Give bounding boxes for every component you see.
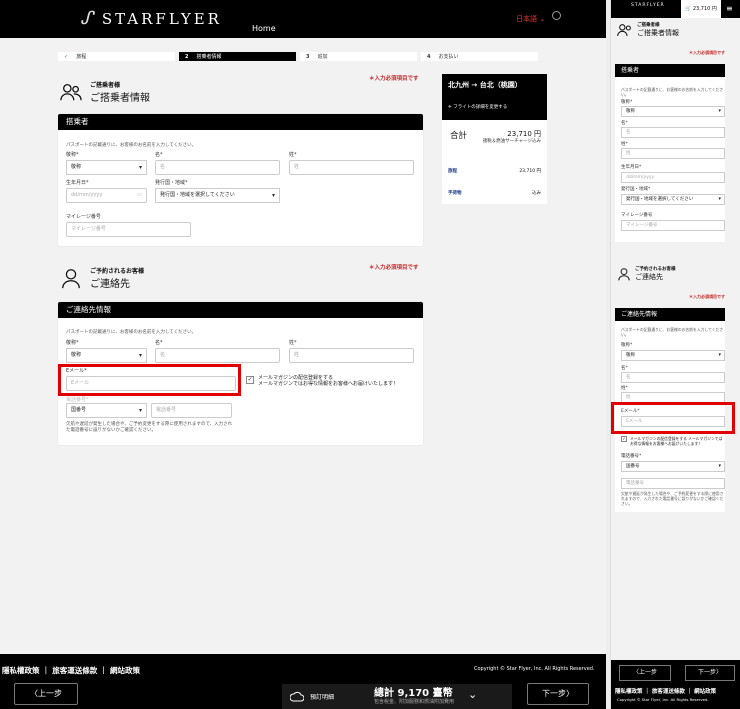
step-passenger-info: 2 搭乗者情報 [179, 52, 296, 61]
phone-input[interactable]: 電話番号 [151, 403, 232, 418]
mobile-title-select[interactable]: 敬称 [621, 106, 725, 117]
person-icon [62, 269, 80, 289]
first-name-input[interactable]: 名 [155, 160, 280, 175]
mobile-contact-first-name[interactable]: 名 [621, 372, 725, 383]
person-icon [618, 268, 630, 281]
mobile-footer: 〈上一步 下一步〉 隱私權政策 ｜ 旅客運送條款 ｜ 網站政策 Copyrigh… [611, 660, 740, 709]
mobile-next-button[interactable]: 下一步〉 [685, 665, 735, 681]
mobile-email-highlight-box [611, 402, 735, 434]
contact-last-name-label: 姓* [289, 340, 297, 346]
footer: 隱私權政策 ｜ 旅客運送條款 ｜ 網站政策 Copyright © Star F… [0, 654, 606, 709]
passengers-icon [617, 24, 631, 37]
baggage-row[interactable]: 手荷物 込み [442, 184, 547, 202]
top-bar: ᔑ STARFLYER Home 日本語 ⌄ [0, 0, 606, 38]
footer-links[interactable]: 隱私權政策 ｜ 旅客運送條款 ｜ 網站政策 [2, 665, 140, 676]
mobile-copyright: Copyright © Star Flyer, Inc. All Rights … [617, 697, 709, 702]
step-payment: 4 お支払い [421, 52, 538, 61]
mileage-label: マイレージ番号 [66, 214, 101, 220]
globe-icon[interactable] [552, 11, 561, 20]
last-name-label: 姓* [289, 152, 297, 158]
required-note: ＊入力必須項目です [369, 76, 419, 82]
change-flight-link[interactable]: ✈ フライトの詳細を変更する [448, 104, 541, 110]
dob-label: 生年月日* [66, 180, 89, 186]
passport-note: パスポートの記載通りに、お客様のお名前を入力してください。 [66, 143, 197, 148]
step-extras: 3 追加 [300, 52, 417, 61]
mobile-phone-input[interactable]: 電話番号 [621, 478, 725, 489]
home-link[interactable]: Home [252, 24, 276, 33]
copyright: Copyright © Star Flyer, Inc. All Rights … [474, 666, 595, 672]
contact-section-header: ご予約されるお客様 ご連絡先 [60, 266, 144, 290]
email-highlight-box [58, 364, 241, 396]
title-select[interactable]: 敬称 [66, 160, 147, 175]
progress-steps: ✓ 旅程 2 搭乗者情報 3 追加 4 お支払い [58, 52, 538, 61]
dob-input[interactable]: dd/mm/yyyy ▭ [66, 188, 147, 203]
mobile-view: STARFLYER 🛒 23,710 円 ≡ ご搭乗者様 ご搭乗者情報 ＊入力必… [610, 0, 740, 709]
mobile-country-code[interactable]: 国番号 [621, 461, 725, 472]
mobile-contact-header: ご予約されるお客様 ご連絡先 [617, 266, 676, 282]
first-name-label: 名* [155, 152, 163, 158]
mobile-nationality-select[interactable]: 発行国・地域を選択してください [621, 194, 725, 205]
mobile-required-note-contact: ＊入力必須項目です [689, 294, 725, 299]
mobile-footer-links[interactable]: 隱私權政策 ｜ 旅客運送條款 ｜ 網站政策 [615, 687, 716, 695]
mobile-first-name-input[interactable]: 名 [621, 127, 725, 138]
phone-label: 電話番号* [66, 397, 89, 403]
desktop-view: ᔑ STARFLYER Home 日本語 ⌄ ✓ 旅程 2 搭乗者情報 3 追加 4お… [0, 0, 606, 709]
required-note-contact: ＊入力必須項目です [369, 265, 419, 271]
mobile-back-button[interactable]: 〈上一步 [619, 665, 671, 681]
mobile-cart[interactable]: 🛒 23,710 円 [681, 0, 721, 18]
newsletter-text: メールマガジンの配信登録をする メールマガジンではお得な情報をお客様へお届けいた… [258, 375, 399, 387]
starflyer-logo-icon: ᔑ [80, 8, 96, 29]
fare-row[interactable]: 旅程 23,710 円 [442, 162, 547, 180]
mobile-newsletter-checkbox[interactable]: ✓ [621, 436, 627, 442]
mobile-logo[interactable]: STARFLYER [631, 3, 665, 8]
language-selector[interactable]: 日本語 ⌄ [516, 14, 545, 24]
route-text: 北九州 → 台北（桃園） [448, 81, 522, 89]
contact-last-name-input[interactable]: 姓 [289, 348, 414, 363]
newsletter-checkbox[interactable]: ✓ [246, 376, 254, 384]
mobile-passenger-card: 搭乗者 パスポートの記載通りに、お客様のお名前を入力してください。 敬称* 敬称… [615, 64, 725, 242]
mobile-last-name-input[interactable]: 姓 [621, 148, 725, 159]
title-label: 敬称* [66, 152, 79, 158]
contact-title-label: 敬称* [66, 340, 79, 346]
contact-first-name-label: 名* [155, 340, 163, 346]
chevron-down-icon: ⌄ [539, 15, 546, 23]
nationality-label: 発行国・地域* [155, 180, 188, 186]
mobile-required-note: ＊入力必須項目です [689, 50, 725, 55]
last-name-input[interactable]: 姓 [289, 160, 414, 175]
back-button[interactable]: 〈上一步 [14, 683, 78, 705]
booking-total-bar[interactable]: 預訂明細 總計 9,170 臺幣 包含稅金、附加服務和燃油附加費用 ⌄ [282, 684, 512, 709]
plane-icon: ✈ [448, 105, 452, 110]
next-button[interactable]: 下一步〉 [527, 683, 589, 705]
chevron-down-icon: ⌄ [468, 688, 478, 701]
contact-passport-note: パスポートの記載通りに、お客様のお名前を入力してください。 [66, 330, 197, 335]
mobile-passenger-header: ご搭乗者様 ご搭乗者情報 [617, 22, 679, 38]
cart-icon: 🛒 [685, 6, 692, 12]
nationality-select[interactable]: 発行国・地域を選択してください [155, 188, 280, 203]
mileage-input[interactable]: マイレージ番号 [66, 222, 191, 237]
contact-first-name-input[interactable]: 名 [155, 348, 280, 363]
mobile-top-bar: STARFLYER 🛒 23,710 円 ≡ [611, 0, 740, 18]
calendar-icon: ▭ [137, 192, 142, 198]
country-code-select[interactable]: 国番号 [66, 403, 147, 418]
mobile-contact-title-select[interactable]: 敬称 [621, 350, 725, 361]
step-itinerary[interactable]: ✓ 旅程 [58, 52, 175, 61]
phone-note: 欠航や遅延が発生した場合や、ご予約変更をする際に使用されますので、入力された電話… [66, 422, 233, 433]
total-label: 合計 [450, 131, 468, 141]
starflyer-logo[interactable]: ᔑ STARFLYER [80, 8, 222, 29]
passengers-icon [60, 84, 82, 101]
cloud-icon [290, 691, 304, 702]
total-note: 諸税＆燃油サーチャージ込み [482, 139, 541, 144]
mobile-dob-input[interactable]: dd/mm/yyyy [621, 172, 725, 183]
passenger-section-header: ご搭乗者様 ご搭乗者情報 [60, 80, 150, 104]
mobile-newsletter-text: メールマガジンの配信登録をする メールマガジンではお得な情報をお客様へお届けいた… [630, 436, 723, 446]
mobile-mileage-input[interactable]: マイレージ番号 [621, 220, 725, 231]
menu-icon[interactable]: ≡ [726, 4, 733, 13]
contact-title-select[interactable]: 敬称 [66, 348, 147, 363]
